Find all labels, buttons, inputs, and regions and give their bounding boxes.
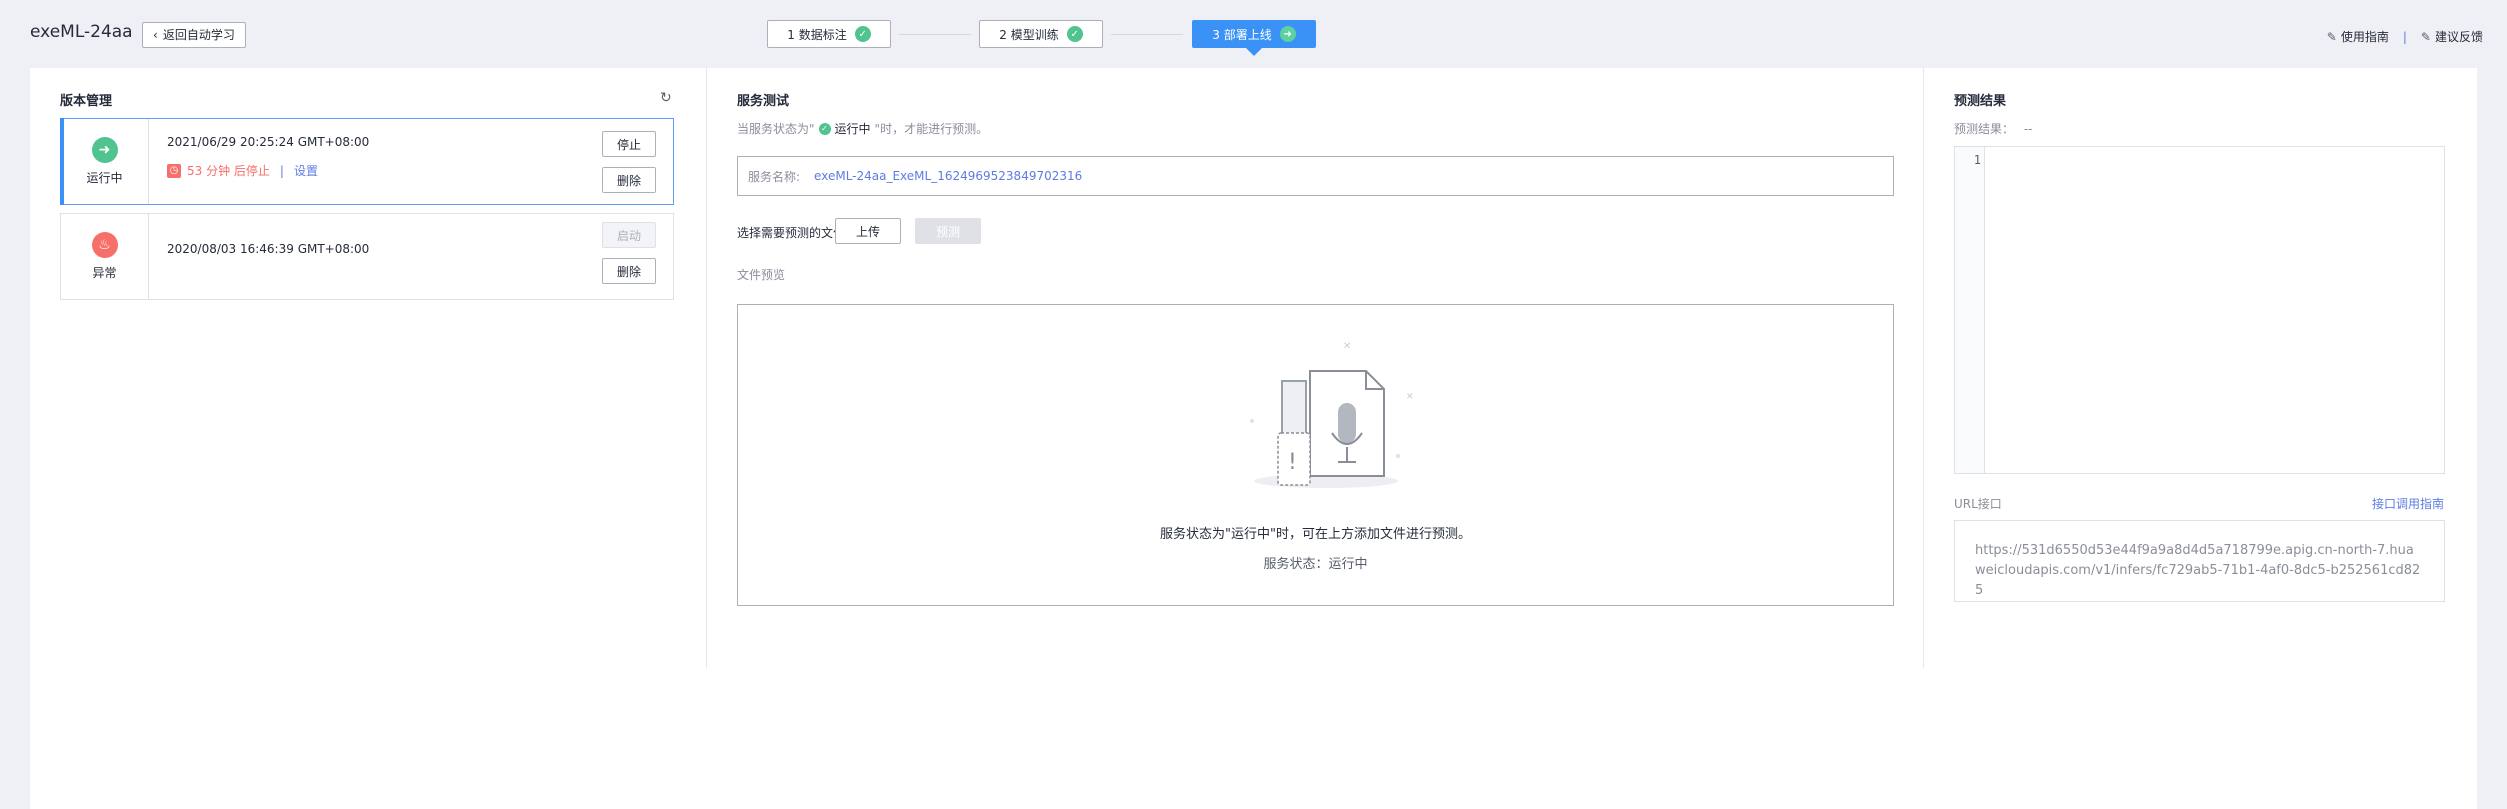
version-panel: 版本管理 ↻ ➜ 运行中 2021/06/29 20:25:24 GMT+08:… xyxy=(30,68,707,668)
version-time: 2021/06/29 20:25:24 GMT+08:00 xyxy=(167,135,370,149)
hint-status: 运行中 xyxy=(834,122,871,136)
check-icon: ✓ xyxy=(854,26,871,42)
edit-icon: ✎ xyxy=(2326,29,2337,44)
flame-icon: ♨ xyxy=(91,232,118,258)
empty-preview-message: 服务状态为"运行中"时，可在上方添加文件进行预测。 xyxy=(1160,527,1471,542)
active-step-caret xyxy=(1246,48,1262,56)
select-file-label: 选择需要预测的文件 xyxy=(737,226,846,240)
auto-stop-row: ◷ 53 分钟 后停止 | 设置 xyxy=(167,162,318,179)
feedback-link[interactable]: ✎ 建议反馈 xyxy=(2421,28,2483,45)
version-time: 2020/08/03 16:46:39 GMT+08:00 xyxy=(167,242,370,256)
result-value: -- xyxy=(2023,122,2033,136)
check-icon: ✓ xyxy=(818,122,831,135)
hint-prefix: 当服务状态为" xyxy=(737,122,815,136)
service-test-title: 服务测试 xyxy=(737,94,790,109)
feedback-label: 建议反馈 xyxy=(2434,30,2483,44)
arrow-right-icon: ➜ xyxy=(1279,26,1296,42)
file-preview-label: 文件预览 xyxy=(737,268,786,282)
api-guide-link[interactable]: 接口调用指南 xyxy=(2372,495,2444,512)
top-bar: exeML-24aa ‹ 返回自动学习 1 数据标注 ✓ 2 模型训练 ✓ 3 … xyxy=(0,0,2507,68)
link-separator: | xyxy=(2402,29,2407,44)
editor-gutter: 1 xyxy=(1955,147,1985,473)
app-title: exeML-24aa xyxy=(30,22,133,42)
line-number: 1 xyxy=(1973,153,1981,167)
step-model-training[interactable]: 2 模型训练 ✓ xyxy=(979,20,1103,48)
version-title: 版本管理 xyxy=(60,94,113,109)
arrow-right-icon: ➜ xyxy=(91,137,118,163)
predict-button[interactable]: 预测 xyxy=(915,218,981,244)
svg-text:✕: ✕ xyxy=(1406,392,1414,402)
usage-guide-label: 使用指南 xyxy=(2340,30,2389,44)
url-interface-label: URL接口 xyxy=(1954,497,2002,511)
version-card[interactable]: ♨ 异常 2020/08/03 16:46:39 GMT+08:00 启动 删除 xyxy=(60,213,674,300)
result-editor[interactable]: 1 xyxy=(1954,146,2445,474)
version-status: ♨ 异常 xyxy=(61,214,149,299)
chevron-left-icon: ‹ xyxy=(153,28,158,42)
url-value[interactable]: https://531d6550d53e44f9a9a8d4d5a718799e… xyxy=(1954,520,2445,602)
svg-text:!: ! xyxy=(1288,450,1297,475)
clock-icon: ◷ xyxy=(167,163,181,178)
service-test-panel: 服务测试 当服务状态为" ✓ 运行中 "时，才能进行预测。 服务名称: exeM… xyxy=(707,68,1924,668)
feedback-icon: ✎ xyxy=(2420,29,2431,44)
step-connector xyxy=(1111,34,1183,35)
service-name-label: 服务名称: xyxy=(748,169,801,184)
prediction-result-label: 预测结果： -- xyxy=(1954,120,2033,137)
usage-guide-link[interactable]: ✎ 使用指南 xyxy=(2327,28,2389,45)
step-label: 1 数据标注 xyxy=(787,27,847,42)
stop-button[interactable]: 停止 xyxy=(602,131,656,157)
status-label: 异常 xyxy=(92,266,117,280)
refresh-icon[interactable]: ↻ xyxy=(660,90,672,106)
svg-text:✕: ✕ xyxy=(1343,341,1351,352)
status-label: 运行中 xyxy=(86,171,123,185)
service-name-value: exeML-24aa_ExeML_1624969523849702316 xyxy=(814,169,1083,183)
empty-file-illustration: ✕ ✕ ! xyxy=(1250,341,1414,488)
delete-button[interactable]: 删除 xyxy=(602,167,656,193)
hint-suffix: "时，才能进行预测。 xyxy=(874,122,989,136)
auto-stop-text: 53 分钟 后停止 xyxy=(187,164,270,178)
step-data-labeling[interactable]: 1 数据标注 ✓ xyxy=(767,20,891,48)
step-label: 3 部署上线 xyxy=(1212,27,1272,42)
back-to-automl-button[interactable]: ‹ 返回自动学习 xyxy=(142,22,246,48)
step-label: 2 模型训练 xyxy=(999,27,1059,42)
service-hint: 当服务状态为" ✓ 运行中 "时，才能进行预测。 xyxy=(737,120,988,137)
service-name-field: 服务名称: exeML-24aa_ExeML_16249695238497023… xyxy=(737,156,1894,196)
prediction-title: 预测结果 xyxy=(1954,94,2007,109)
version-card[interactable]: ➜ 运行中 2021/06/29 20:25:24 GMT+08:00 ◷ 53… xyxy=(60,118,674,205)
result-label-text: 预测结果： xyxy=(1954,122,2015,136)
delete-button[interactable]: 删除 xyxy=(602,258,656,284)
step-connector xyxy=(899,34,971,35)
prediction-panel: 预测结果 预测结果： -- 1 URL接口 接口调用指南 https://531… xyxy=(1924,68,2477,668)
file-preview-area: ✕ ✕ ! 服务状态为"运行中"时，可在上方添加文件进行预测。 服务状态：运行中 xyxy=(737,304,1894,606)
version-status: ➜ 运行中 xyxy=(61,119,149,204)
top-links: ✎ 使用指南 | ✎ 建议反馈 xyxy=(2327,28,2483,45)
start-button[interactable]: 启动 xyxy=(602,222,656,248)
auto-stop-settings-link[interactable]: 设置 xyxy=(294,162,318,179)
step-deploy[interactable]: 3 部署上线 ➜ xyxy=(1192,20,1316,48)
separator: | xyxy=(279,163,284,178)
back-button-label: 返回自动学习 xyxy=(162,28,235,42)
upload-button[interactable]: 上传 xyxy=(835,218,901,244)
check-icon: ✓ xyxy=(1066,26,1083,42)
service-status-text: 服务状态：运行中 xyxy=(1263,557,1368,572)
main-content: 版本管理 ↻ ➜ 运行中 2021/06/29 20:25:24 GMT+08:… xyxy=(30,68,2477,809)
